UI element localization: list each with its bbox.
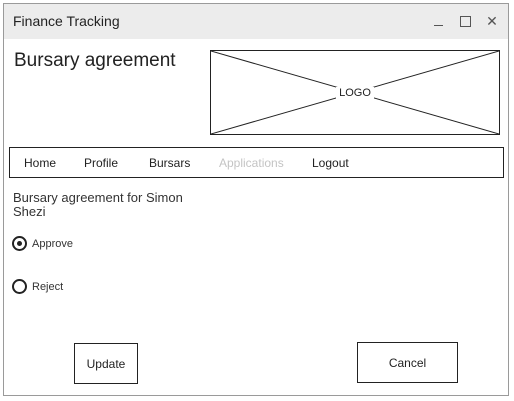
logo-label: LOGO xyxy=(336,86,374,99)
page-title: Bursary agreement xyxy=(14,50,176,71)
window-title: Finance Tracking xyxy=(13,13,120,29)
approve-label: Approve xyxy=(32,237,73,250)
title-bar: Finance Tracking ✕ xyxy=(4,4,508,39)
update-button[interactable]: Update xyxy=(74,343,138,384)
nav-item-home[interactable]: Home xyxy=(24,156,56,170)
close-icon[interactable]: ✕ xyxy=(478,4,506,39)
cancel-button[interactable]: Cancel xyxy=(357,342,458,383)
reject-radio[interactable] xyxy=(12,279,27,294)
approve-radio[interactable] xyxy=(12,236,27,251)
nav-item-bursars[interactable]: Bursars xyxy=(149,156,190,170)
app-window: Finance Tracking ✕ Bursary agreement LOG… xyxy=(3,3,509,396)
nav-item-profile[interactable]: Profile xyxy=(84,156,118,170)
minimize-icon[interactable] xyxy=(424,4,452,39)
nav-item-applications: Applications xyxy=(219,156,284,170)
reject-label: Reject xyxy=(32,280,64,293)
approve-option[interactable]: Approve xyxy=(12,236,73,251)
logo-placeholder: LOGO xyxy=(210,50,500,135)
maximize-icon[interactable] xyxy=(451,4,479,39)
reject-option[interactable]: Reject xyxy=(12,279,63,294)
nav-bar: Home Profile Bursars Applications Logout xyxy=(9,147,504,178)
nav-item-logout[interactable]: Logout xyxy=(312,156,349,170)
agreement-description: Bursary agreement for Simon Shezi xyxy=(13,190,183,219)
